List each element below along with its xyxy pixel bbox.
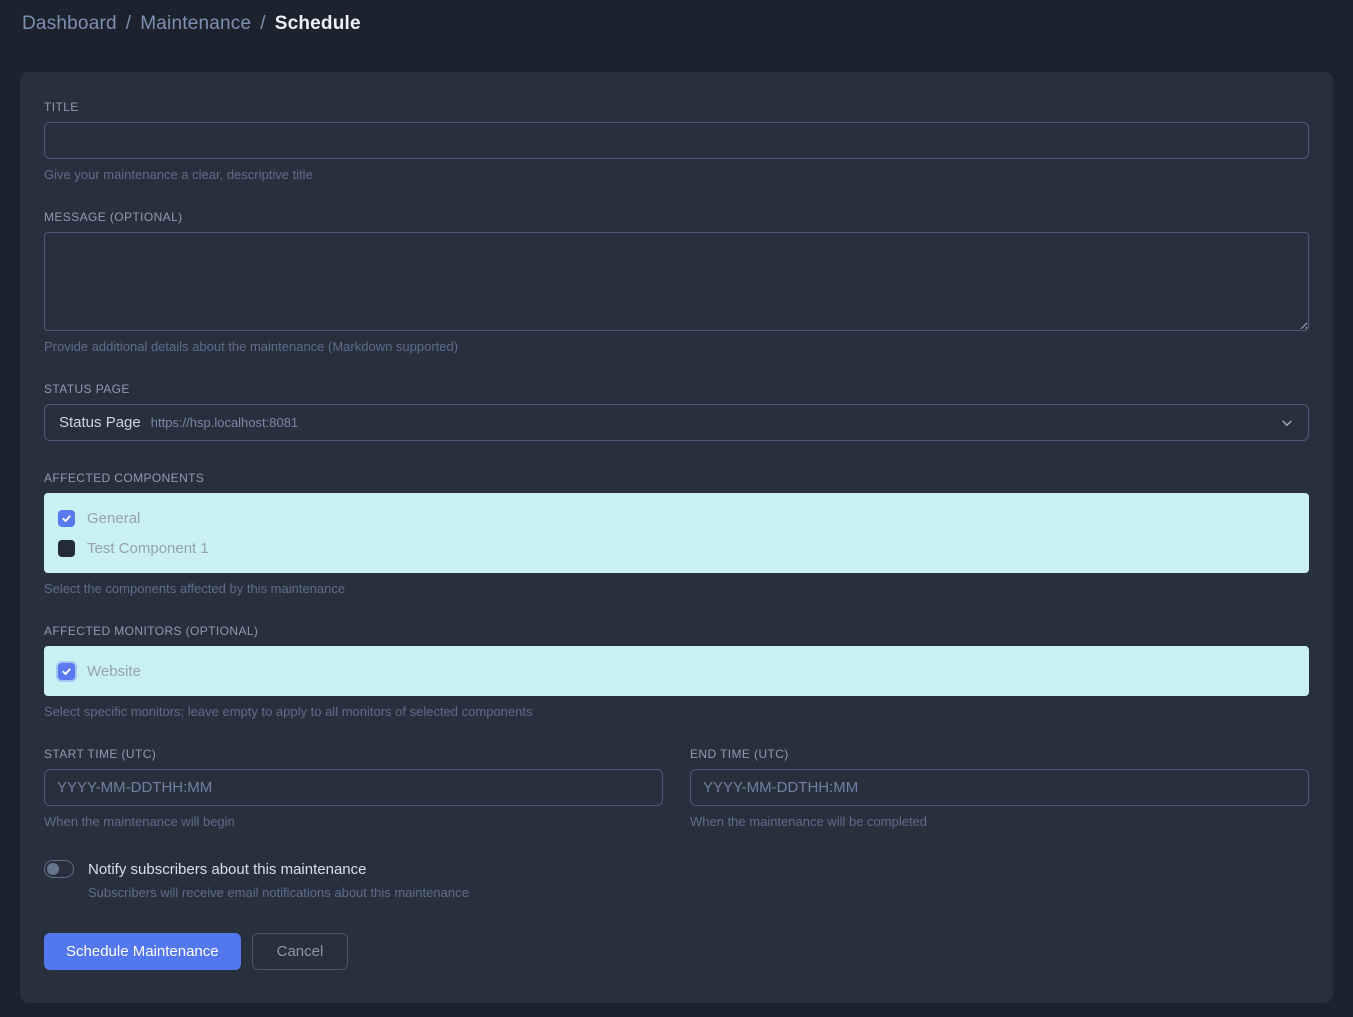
start-time-field-group: START TIME (UTC) When the maintenance wi… xyxy=(44,747,663,830)
message-textarea[interactable] xyxy=(44,232,1309,331)
start-time-helper-text: When the maintenance will begin xyxy=(44,814,663,830)
form-actions: Schedule Maintenance Cancel xyxy=(44,933,1309,970)
breadcrumb-separator: / xyxy=(126,13,131,34)
start-time-label: START TIME (UTC) xyxy=(44,747,663,761)
title-input[interactable] xyxy=(44,122,1309,159)
status-page-selected-url: https://hsp.localhost:8081 xyxy=(151,415,298,430)
affected-monitors-label: AFFECTED MONITORS (OPTIONAL) xyxy=(44,624,1309,638)
notify-subscribers-label[interactable]: Notify subscribers about this maintenanc… xyxy=(88,861,366,878)
checkbox-checked-icon[interactable] xyxy=(58,663,75,680)
title-label: TITLE xyxy=(44,100,1309,114)
message-field-group: MESSAGE (OPTIONAL) Provide additional de… xyxy=(44,210,1309,355)
start-time-input[interactable] xyxy=(44,769,663,806)
option-label: Test Component 1 xyxy=(87,540,209,557)
time-fields-grid: START TIME (UTC) When the maintenance wi… xyxy=(44,747,1309,830)
option-label: Website xyxy=(87,663,141,680)
notify-subscribers-toggle[interactable] xyxy=(44,860,74,878)
breadcrumb-separator: / xyxy=(260,13,265,34)
affected-monitors-helper-text: Select specific monitors; leave empty to… xyxy=(44,704,1309,720)
option-row-general[interactable]: General xyxy=(58,506,1295,530)
top-bar: Dashboard / Maintenance / Schedule xyxy=(0,0,1353,50)
title-helper-text: Give your maintenance a clear, descripti… xyxy=(44,167,1309,183)
status-page-label: STATUS PAGE xyxy=(44,382,1309,396)
breadcrumb-item-schedule: Schedule xyxy=(275,13,361,34)
end-time-label: END TIME (UTC) xyxy=(690,747,1309,761)
end-time-helper-text: When the maintenance will be completed xyxy=(690,814,1309,830)
status-page-select[interactable]: Status Page https://hsp.localhost:8081 xyxy=(44,404,1309,441)
affected-monitors-group: AFFECTED MONITORS (OPTIONAL) Website Sel… xyxy=(44,624,1309,720)
end-time-input[interactable] xyxy=(690,769,1309,806)
schedule-maintenance-form-card: TITLE Give your maintenance a clear, des… xyxy=(20,72,1333,1003)
message-helper-text: Provide additional details about the mai… xyxy=(44,339,1309,355)
breadcrumb: Dashboard / Maintenance / Schedule xyxy=(22,13,1331,35)
chevron-down-icon xyxy=(1280,416,1294,430)
notify-subscribers-group: Notify subscribers about this maintenanc… xyxy=(44,860,1309,900)
schedule-maintenance-button[interactable]: Schedule Maintenance xyxy=(44,933,241,970)
option-row-website[interactable]: Website xyxy=(58,659,1295,683)
breadcrumb-item-dashboard[interactable]: Dashboard xyxy=(22,13,117,34)
notify-subscribers-helper-text: Subscribers will receive email notificat… xyxy=(88,885,1309,900)
checkbox-unchecked-icon[interactable] xyxy=(58,540,75,557)
affected-components-panel: General Test Component 1 xyxy=(44,493,1309,573)
cancel-button[interactable]: Cancel xyxy=(252,933,349,970)
affected-components-group: AFFECTED COMPONENTS General Test Componen… xyxy=(44,471,1309,597)
end-time-field-group: END TIME (UTC) When the maintenance will… xyxy=(690,747,1309,830)
status-page-selected-name: Status Page xyxy=(59,414,141,431)
status-page-field-group: STATUS PAGE Status Page https://hsp.loca… xyxy=(44,382,1309,441)
option-row-test-component-1[interactable]: Test Component 1 xyxy=(58,536,1295,560)
option-label: General xyxy=(87,510,140,527)
message-label: MESSAGE (OPTIONAL) xyxy=(44,210,1309,224)
toggle-knob xyxy=(47,863,59,875)
affected-components-label: AFFECTED COMPONENTS xyxy=(44,471,1309,485)
affected-monitors-panel: Website xyxy=(44,646,1309,696)
title-field-group: TITLE Give your maintenance a clear, des… xyxy=(44,100,1309,183)
breadcrumb-item-maintenance[interactable]: Maintenance xyxy=(140,13,251,34)
affected-components-helper-text: Select the components affected by this m… xyxy=(44,581,1309,597)
checkbox-checked-icon[interactable] xyxy=(58,510,75,527)
